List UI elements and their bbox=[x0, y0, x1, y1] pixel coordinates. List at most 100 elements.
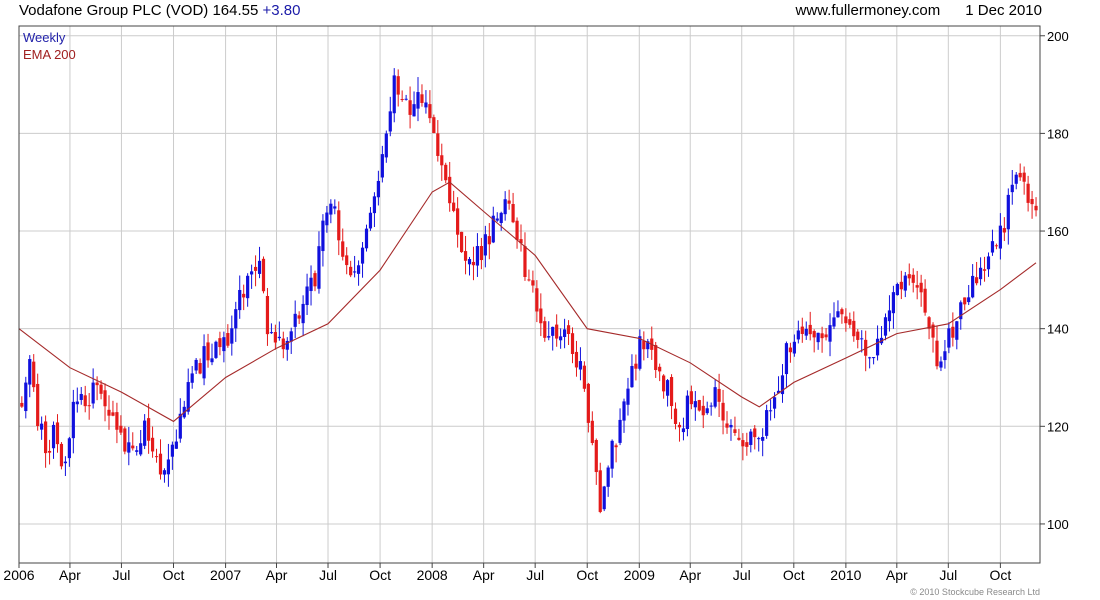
candle-up bbox=[277, 336, 281, 339]
candle-down bbox=[218, 338, 222, 348]
x-tick-label: Apr bbox=[59, 567, 81, 583]
candle-up bbox=[309, 277, 313, 292]
candle-up bbox=[28, 359, 32, 385]
candle-down bbox=[131, 445, 135, 449]
candle-up bbox=[761, 436, 765, 441]
candle-down bbox=[982, 269, 987, 271]
candle-up bbox=[392, 75, 396, 114]
candle-up bbox=[1006, 194, 1010, 230]
candle-down bbox=[919, 282, 923, 293]
candle-down bbox=[994, 245, 999, 247]
candle-down bbox=[963, 297, 967, 305]
candle-down bbox=[911, 274, 915, 283]
candle-down bbox=[448, 176, 452, 204]
candle-down bbox=[440, 155, 444, 166]
candle-up bbox=[836, 311, 840, 318]
candle-down bbox=[452, 202, 456, 211]
candle-up bbox=[63, 461, 68, 464]
candle-up bbox=[606, 467, 610, 487]
candle-up bbox=[325, 212, 329, 226]
x-tick-label: 2008 bbox=[417, 567, 448, 583]
candle-down bbox=[658, 366, 662, 372]
candle-up bbox=[986, 256, 991, 270]
candle-down bbox=[844, 316, 848, 324]
candle-up bbox=[269, 332, 274, 334]
candle-down bbox=[147, 418, 151, 441]
candle-down bbox=[95, 382, 99, 386]
candle-up bbox=[127, 442, 131, 453]
candle-down bbox=[55, 422, 60, 445]
candle-down bbox=[582, 365, 586, 389]
x-axis: 2006 Apr Jul Oct 2007 Apr Jul Oct 2008 Apr Jul Oct 2… bbox=[3, 563, 1011, 583]
candle-up bbox=[384, 133, 388, 158]
candle-down bbox=[479, 246, 483, 261]
candle-down bbox=[586, 383, 590, 423]
candle-down bbox=[487, 236, 491, 245]
candle-up bbox=[978, 267, 983, 280]
candle-down bbox=[598, 470, 602, 512]
candle-up bbox=[622, 401, 626, 421]
candle-down bbox=[677, 424, 682, 428]
grid-lines bbox=[18, 26, 1040, 563]
candle-down bbox=[574, 351, 579, 368]
candle-down bbox=[725, 423, 729, 428]
candle-up bbox=[1014, 174, 1018, 184]
candle-up bbox=[40, 423, 44, 430]
candle-down bbox=[345, 255, 349, 266]
x-tick-label: Oct bbox=[369, 567, 391, 583]
candle-down bbox=[634, 363, 638, 369]
candle-down bbox=[341, 241, 345, 257]
y-tick-label: 180 bbox=[1047, 126, 1069, 141]
x-tick-label: Apr bbox=[886, 567, 908, 583]
ema-200-line bbox=[18, 181, 1037, 423]
candle-down bbox=[261, 258, 266, 292]
candle-up bbox=[353, 271, 357, 273]
plot-frame bbox=[18, 25, 1041, 564]
candle-down bbox=[745, 442, 749, 447]
candle-up bbox=[772, 397, 777, 409]
candle-down bbox=[566, 325, 571, 335]
y-axis: 100 120 140 160 180 200 bbox=[1040, 29, 1069, 532]
copyright: © 2010 Stockcube Research Ltd bbox=[910, 587, 1040, 597]
candle-up bbox=[135, 450, 139, 452]
candle-down bbox=[614, 445, 618, 448]
candle-down bbox=[737, 437, 741, 440]
candle-down bbox=[935, 340, 939, 367]
legend: Weekly EMA 200 bbox=[23, 30, 76, 62]
candle-up bbox=[368, 212, 373, 229]
candle-down bbox=[463, 251, 468, 261]
candle-down bbox=[812, 331, 816, 338]
candle-up bbox=[939, 361, 943, 368]
candle-up bbox=[424, 102, 428, 108]
x-tick-label: Oct bbox=[576, 567, 598, 583]
x-tick-label: Apr bbox=[679, 567, 701, 583]
candle-down bbox=[515, 220, 519, 241]
candle-down bbox=[951, 326, 955, 338]
candle-down bbox=[662, 375, 666, 392]
candle-up bbox=[832, 317, 836, 327]
y-tick-label: 140 bbox=[1047, 322, 1069, 337]
candle-up bbox=[234, 309, 238, 329]
candle-up bbox=[51, 424, 56, 449]
candle-down bbox=[594, 440, 598, 473]
candle-down bbox=[535, 288, 539, 312]
candle-up bbox=[947, 328, 951, 348]
candle-up bbox=[194, 359, 198, 371]
candle-down bbox=[47, 450, 52, 453]
x-tick-label: Jul bbox=[733, 567, 751, 583]
candle-down bbox=[717, 388, 721, 402]
candle-down bbox=[444, 164, 448, 181]
candle-down bbox=[107, 409, 111, 416]
candle-down bbox=[349, 266, 353, 276]
candle-down bbox=[923, 288, 927, 313]
candle-down bbox=[428, 104, 432, 119]
candle-up bbox=[75, 401, 79, 405]
candle-down bbox=[111, 412, 115, 416]
candle-up bbox=[998, 225, 1002, 249]
candle-up bbox=[872, 357, 876, 359]
candle-up bbox=[784, 343, 789, 375]
candle-up bbox=[562, 329, 567, 337]
candle-down bbox=[471, 261, 476, 266]
candle-down bbox=[265, 295, 270, 335]
x-tick-label: 2010 bbox=[830, 567, 861, 583]
